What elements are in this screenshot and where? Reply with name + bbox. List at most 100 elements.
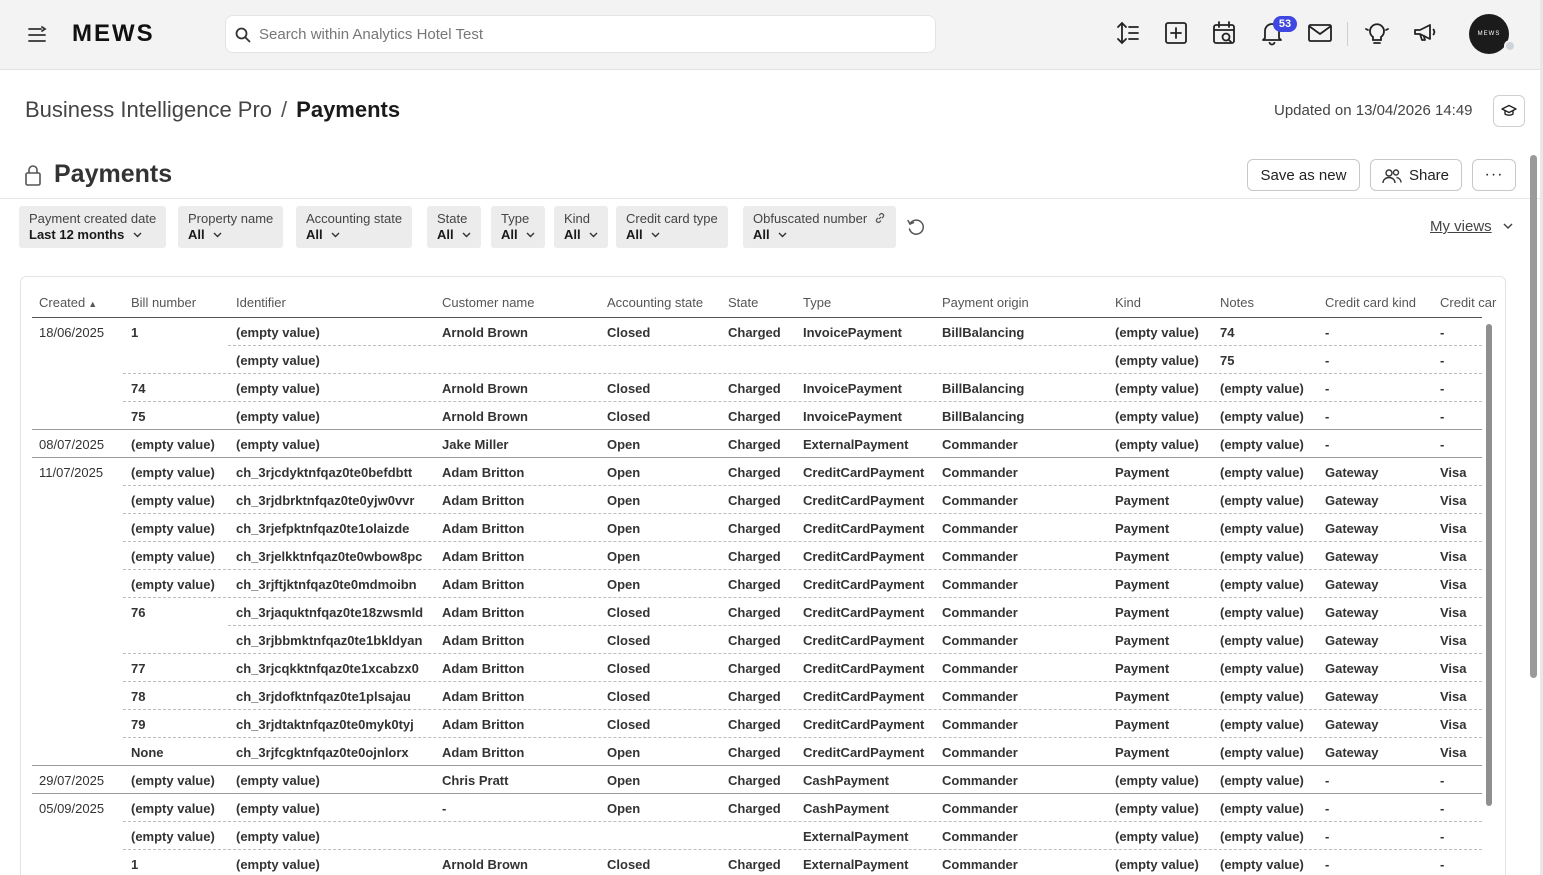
filter-label: Accounting state: [306, 211, 403, 226]
row-divider: [32, 429, 1482, 430]
cell-bill-number: (empty value): [131, 437, 215, 452]
cell-kind: Payment: [1115, 493, 1170, 508]
column-header-accounting-state[interactable]: Accounting state: [607, 295, 703, 310]
reset-filters-icon[interactable]: [906, 217, 926, 237]
filter-credit-card-type[interactable]: Credit card type All: [616, 206, 728, 248]
cell-created: 05/09/2025: [39, 801, 105, 816]
cell-bill-number: 75: [131, 409, 146, 424]
envelope-icon[interactable]: [1307, 20, 1333, 46]
cell-accounting-state: Open: [607, 493, 641, 508]
cell-notes: (empty value): [1220, 549, 1304, 564]
cell-kind: Payment: [1115, 549, 1170, 564]
filter-accounting-state[interactable]: Accounting state All: [296, 206, 413, 248]
cell-type: CreditCardPayment: [803, 605, 925, 620]
cell-customer-name: Adam Britton: [442, 717, 525, 732]
filter-state[interactable]: State All: [427, 206, 482, 248]
graduation-cap-icon: [1501, 104, 1517, 116]
cell-identifier: (empty value): [236, 829, 320, 844]
cell-bill-number: 76: [131, 605, 146, 620]
learn-button[interactable]: [1493, 95, 1525, 127]
filter-value: All: [437, 227, 454, 242]
cell-accounting-state: Closed: [607, 689, 651, 704]
cell-kind: Payment: [1115, 661, 1170, 676]
column-header-credit-card-kind[interactable]: Credit card kind: [1325, 295, 1416, 310]
lightbulb-icon[interactable]: [1364, 20, 1390, 46]
cell-created: 08/07/2025: [39, 437, 105, 452]
filter-type[interactable]: Type All: [491, 206, 546, 248]
cell-kind: (empty value): [1115, 381, 1199, 396]
menu-toggle-icon[interactable]: [26, 24, 48, 46]
cell-credit-card-type: -: [1440, 801, 1445, 816]
column-header-kind[interactable]: Kind: [1115, 295, 1141, 310]
column-header-notes[interactable]: Notes: [1220, 295, 1254, 310]
mews-logo[interactable]: MEWS: [72, 20, 155, 48]
cell-created: 18/06/2025: [39, 325, 105, 340]
save-as-new-button[interactable]: Save as new: [1247, 159, 1360, 191]
cell-payment-origin: Commander: [942, 521, 1018, 536]
column-header-credit-card-type[interactable]: Credit car: [1440, 295, 1496, 310]
filter-obfuscated-number[interactable]: Obfuscated number All: [743, 206, 896, 248]
global-search[interactable]: [225, 15, 936, 53]
column-header-state[interactable]: State: [728, 295, 758, 310]
more-options-button[interactable]: ···: [1472, 159, 1516, 191]
calendar-view-icon[interactable]: [1211, 20, 1237, 46]
column-header-type[interactable]: Type: [803, 295, 831, 310]
cell-credit-card-type: Visa: [1440, 521, 1467, 536]
cell-state: Charged: [728, 437, 781, 452]
row-divider: [123, 401, 1482, 402]
cell-kind: (empty value): [1115, 409, 1199, 424]
sort-lines-icon[interactable]: [1115, 20, 1141, 46]
share-label: Share: [1408, 166, 1450, 184]
cell-credit-card-kind: -: [1325, 437, 1330, 452]
add-box-icon[interactable]: [1163, 20, 1189, 46]
column-header-identifier[interactable]: Identifier: [236, 295, 286, 310]
cell-notes: (empty value): [1220, 689, 1304, 704]
cell-credit-card-kind: -: [1325, 801, 1330, 816]
cell-state: Charged: [728, 633, 781, 648]
cell-notes: 74: [1220, 325, 1235, 340]
megaphone-icon[interactable]: [1412, 20, 1438, 46]
cell-type: InvoicePayment: [803, 325, 902, 340]
column-header-payment-origin[interactable]: Payment origin: [942, 295, 1029, 310]
chevron-down-icon: [1503, 223, 1513, 230]
column-header-bill-number[interactable]: Bill number: [131, 295, 196, 310]
payments-table: Created ▲ Bill number Identifier Customer…: [20, 276, 1506, 875]
top-bar: MEWS 53: [0, 0, 1543, 70]
cell-customer-name: Jake Miller: [442, 437, 509, 452]
my-views-dropdown[interactable]: My views: [1430, 218, 1513, 235]
cell-payment-origin: BillBalancing: [942, 325, 1025, 340]
cell-credit-card-type: Visa: [1440, 605, 1467, 620]
cell-credit-card-kind: -: [1325, 353, 1330, 368]
cell-accounting-state: Open: [607, 465, 641, 480]
table-scrollbar[interactable]: [1486, 324, 1492, 806]
filter-label: Obfuscated number: [753, 211, 886, 226]
column-header-created[interactable]: Created ▲: [39, 295, 97, 310]
cell-customer-name: Arnold Brown: [442, 409, 528, 424]
cell-kind: Payment: [1115, 633, 1170, 648]
cell-state: Charged: [728, 773, 781, 788]
cell-identifier: ch_3rjbbmktnfqaz0te1bkldyan: [236, 633, 423, 648]
cell-state: Charged: [728, 745, 781, 760]
user-avatar[interactable]: MEWS: [1469, 14, 1509, 54]
page-scrollbar[interactable]: [1530, 155, 1537, 678]
cell-created: 29/07/2025: [39, 773, 105, 788]
column-header-customer-name[interactable]: Customer name: [442, 295, 534, 310]
filter-property-name[interactable]: Property name All: [178, 206, 284, 248]
breadcrumb-parent-link[interactable]: Business Intelligence Pro: [25, 97, 272, 122]
filter-kind[interactable]: Kind All: [554, 206, 609, 248]
my-views-label: My views: [1430, 218, 1492, 235]
breadcrumb: Business Intelligence Pro / Payments: [25, 97, 400, 123]
cell-notes: 75: [1220, 353, 1235, 368]
filter-payment-created-date[interactable]: Payment created date Last 12 months: [19, 206, 167, 248]
share-button[interactable]: Share: [1370, 159, 1462, 191]
cell-accounting-state: Closed: [607, 381, 651, 396]
cell-state: Charged: [728, 857, 781, 872]
cell-kind: Payment: [1115, 521, 1170, 536]
cell-customer-name: Adam Britton: [442, 577, 525, 592]
search-input[interactable]: [259, 16, 919, 52]
row-divider: [228, 625, 1482, 626]
cell-credit-card-type: Visa: [1440, 549, 1467, 564]
cell-customer-name: Arnold Brown: [442, 381, 528, 396]
cell-identifier: (empty value): [236, 773, 320, 788]
cell-accounting-state: Open: [607, 773, 641, 788]
